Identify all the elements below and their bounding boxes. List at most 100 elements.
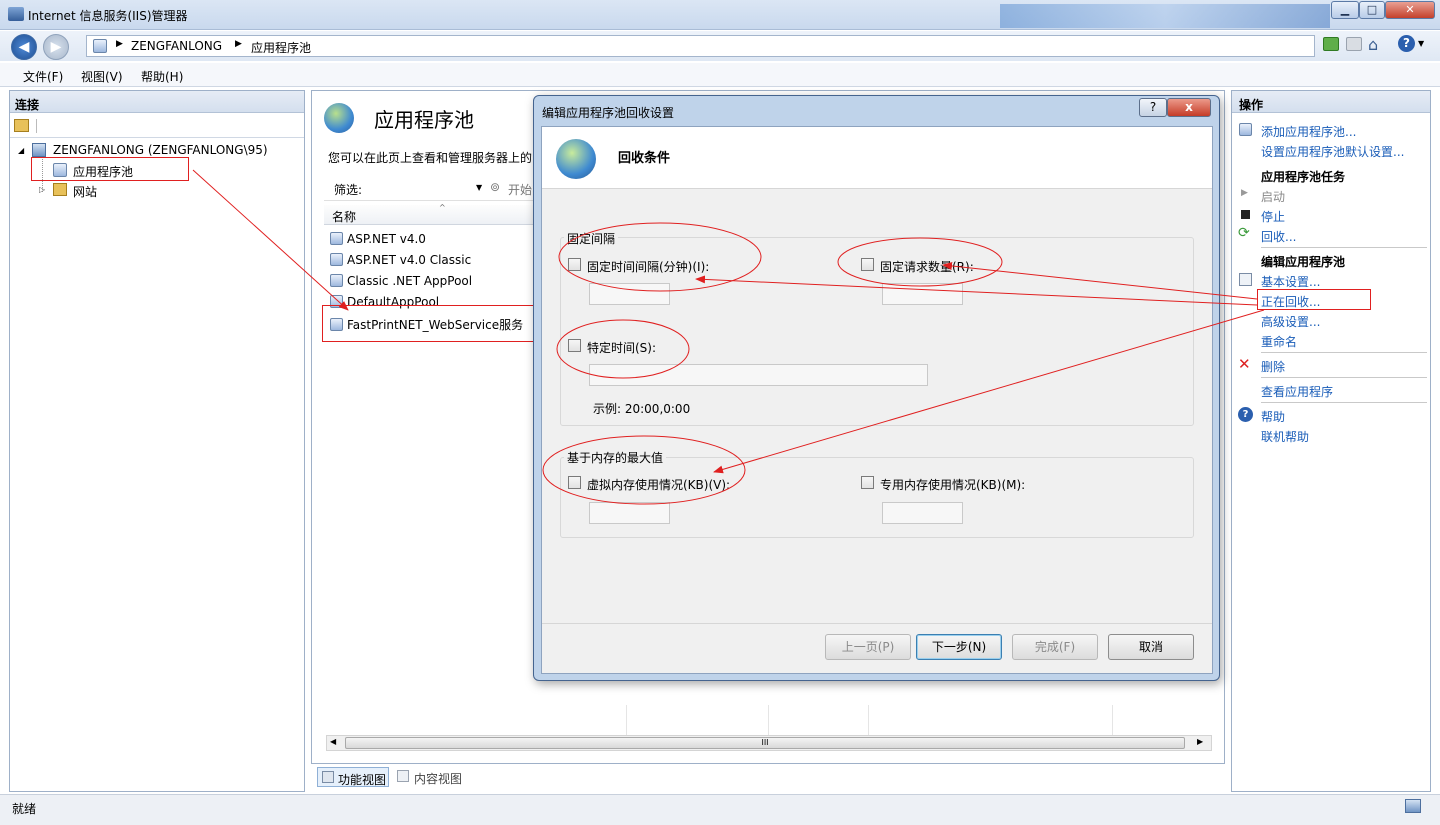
actions-panel: 操作 添加应用程序池... 设置应用程序池默认设置... 应用程序池任务 ▶ 启… [1231, 90, 1431, 792]
memory-group [560, 457, 1194, 538]
go-button[interactable]: 开始 [508, 181, 532, 198]
regular-interval-input[interactable] [589, 283, 670, 305]
connect-icon[interactable] [14, 119, 29, 132]
sites-folder-icon [53, 183, 67, 196]
toolbar-divider [36, 119, 37, 133]
private-memory-checkbox[interactable] [861, 476, 874, 489]
column-divider [768, 705, 769, 735]
view-tabs: 功能视图 内容视图 [311, 766, 1225, 790]
scroll-thumb[interactable]: III [345, 737, 1185, 749]
filter-dropdown-icon[interactable]: ▼ [476, 183, 482, 192]
cancel-button[interactable]: 取消 [1108, 634, 1194, 660]
apppool-icon [330, 253, 343, 266]
dialog-title: 编辑应用程序池回收设置 [542, 106, 675, 120]
specific-time-label[interactable]: 特定时间(S): [587, 339, 656, 356]
maximize-button[interactable]: □ [1359, 1, 1385, 19]
recycle-settings-dialog: 编辑应用程序池回收设置 ? x 回收条件 固定间隔 固定时间间隔(分钟)(I):… [533, 95, 1220, 681]
section-divider [1261, 352, 1427, 353]
back-button[interactable]: ◀ [11, 34, 37, 60]
action-add-pool[interactable]: 添加应用程序池... [1261, 123, 1356, 140]
breadcrumb-server[interactable]: ZENGFANLONG [131, 39, 222, 53]
tree-server-node[interactable]: ZENGFANLONG (ZENGFANLONG\95) [53, 143, 268, 157]
action-stop[interactable]: 停止 [1261, 208, 1285, 225]
dialog-header: 回收条件 [542, 127, 1212, 189]
minimize-button[interactable]: ▁ [1331, 1, 1359, 19]
action-basic-settings[interactable]: 基本设置... [1261, 273, 1320, 290]
home-icon[interactable]: ⌂ [1368, 35, 1378, 54]
binoculars-icon[interactable]: ⊚ [490, 180, 500, 194]
expand-collapse-icon[interactable]: ◢ [18, 146, 24, 155]
annotation-box-fastprint [322, 305, 536, 342]
iis-app-icon [8, 7, 24, 21]
private-memory-input[interactable] [882, 502, 963, 524]
finish-button[interactable]: 完成(F) [1012, 634, 1098, 660]
list-item[interactable]: ASP.NET v4.0 [330, 232, 426, 246]
specific-time-input[interactable] [589, 364, 928, 386]
horizontal-scrollbar[interactable]: ◀ III ▶ [326, 735, 1212, 751]
section-divider [1261, 377, 1427, 378]
regular-interval-label[interactable]: 固定时间间隔(分钟)(I): [587, 258, 709, 275]
list-item[interactable]: Classic .NET AppPool [330, 274, 472, 288]
private-memory-label[interactable]: 专用内存使用情况(KB)(M): [880, 476, 1025, 493]
breadcrumb-apppools[interactable]: 应用程序池 [251, 39, 311, 56]
tree-sites-node[interactable]: 网站 [73, 183, 97, 200]
close-button[interactable]: ✕ [1385, 1, 1435, 19]
dialog-help-button[interactable]: ? [1139, 98, 1167, 117]
annotation-box-recycling [1257, 289, 1371, 310]
virtual-memory-input[interactable] [589, 502, 670, 524]
action-view-apps[interactable]: 查看应用程序 [1261, 383, 1333, 400]
menu-help[interactable]: 帮助(H) [141, 68, 183, 85]
action-help[interactable]: 帮助 [1261, 408, 1285, 425]
list-item[interactable]: ASP.NET v4.0 Classic [330, 253, 471, 267]
fixed-intervals-title: 固定间隔 [564, 230, 619, 247]
scroll-left-icon[interactable]: ◀ [330, 737, 336, 746]
action-remove[interactable]: 删除 [1261, 358, 1285, 375]
help-icon[interactable]: ? [1398, 35, 1415, 52]
stop-icon[interactable] [1346, 37, 1362, 51]
request-limit-label[interactable]: 固定请求数量(R): [880, 258, 974, 275]
center-description: 您可以在此页上查看和管理服务器上的 [328, 151, 533, 165]
connections-toolbar [10, 114, 304, 138]
network-icon [1405, 799, 1421, 813]
section-divider [1261, 247, 1427, 248]
section-divider [1261, 402, 1427, 403]
virtual-memory-label[interactable]: 虚拟内存使用情况(KB)(V): [587, 476, 730, 493]
apppool-icon [330, 232, 343, 245]
address-box[interactable]: ▶ ZENGFANLONG ▶ 应用程序池 [86, 35, 1315, 57]
taskbar-peek [1000, 4, 1330, 28]
expand-icon[interactable]: ▷ [39, 185, 45, 194]
status-text: 就绪 [12, 802, 37, 816]
column-name[interactable]: 名称 [332, 208, 356, 225]
features-view-icon [322, 771, 334, 783]
action-recycle[interactable]: 回收... [1261, 228, 1296, 245]
tab-features-view[interactable]: 功能视图 [317, 767, 389, 787]
specific-time-checkbox[interactable] [568, 339, 581, 352]
action-rename[interactable]: 重命名 [1261, 333, 1297, 350]
request-limit-checkbox[interactable] [861, 258, 874, 271]
content-view-icon [397, 770, 409, 782]
forward-button[interactable]: ▶ [43, 34, 69, 60]
edit-pool-header: 编辑应用程序池 [1261, 255, 1346, 269]
tab-content-view[interactable]: 内容视图 [414, 770, 462, 787]
dialog-footer-divider [542, 623, 1212, 624]
scroll-right-icon[interactable]: ▶ [1197, 737, 1203, 746]
menu-view[interactable]: 视图(V) [81, 68, 123, 85]
help-dropdown-icon[interactable]: ▼ [1418, 39, 1424, 48]
basic-settings-icon [1239, 273, 1252, 286]
window-title: Internet 信息服务(IIS)管理器 [28, 9, 188, 23]
recycle-icon: ⟳ [1238, 225, 1250, 241]
next-button[interactable]: 下一步(N) [916, 634, 1002, 660]
annotation-box-apppools [31, 157, 189, 181]
menu-file[interactable]: 文件(F) [23, 68, 63, 85]
action-online-help[interactable]: 联机帮助 [1261, 428, 1309, 445]
regular-interval-checkbox[interactable] [568, 258, 581, 271]
tasks-header: 应用程序池任务 [1261, 170, 1346, 184]
dialog-close-button[interactable]: x [1167, 98, 1211, 117]
previous-button[interactable]: 上一页(P) [825, 634, 911, 660]
action-set-defaults[interactable]: 设置应用程序池默认设置... [1261, 143, 1404, 160]
request-limit-input[interactable] [882, 283, 963, 305]
refresh-icon[interactable] [1323, 37, 1339, 51]
connections-header: 连接 [10, 91, 304, 113]
virtual-memory-checkbox[interactable] [568, 476, 581, 489]
action-advanced-settings[interactable]: 高级设置... [1261, 313, 1320, 330]
